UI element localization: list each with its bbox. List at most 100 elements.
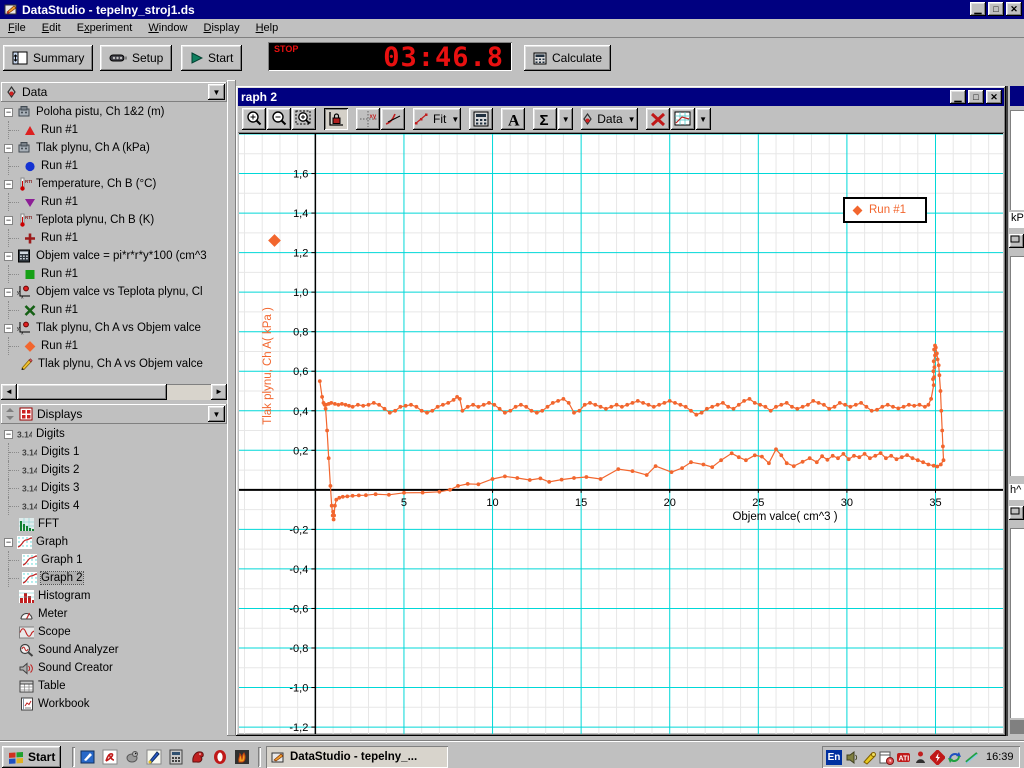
notes-icon[interactable] (80, 749, 96, 765)
run-row[interactable]: Run #1 (1, 337, 227, 355)
zoom-out-button[interactable] (267, 108, 291, 130)
displays-panel-dropdown[interactable]: ▼ (208, 406, 225, 422)
opera-icon[interactable] (212, 749, 228, 765)
expand-box[interactable]: − (4, 430, 13, 439)
tree-item-label[interactable]: Tlak plynu, Ch A (kPa) (36, 142, 150, 154)
tree-item-label[interactable]: Tlak plynu, Ch A vs Objem valce (36, 322, 201, 334)
tree-item-label[interactable]: Table (38, 680, 66, 692)
task-button-datastudio[interactable]: DataStudio - tepelny_... (266, 746, 448, 768)
expand-box[interactable]: − (4, 216, 13, 225)
scroll-right-arrow-icon[interactable]: ► (211, 384, 227, 400)
winamp-icon[interactable] (234, 749, 250, 765)
tree-item-label[interactable]: Digits (36, 428, 65, 440)
scheduler-icon[interactable] (879, 750, 894, 765)
data-tree-item[interactable]: −RTDTemperature, Ch B (°C) (1, 175, 227, 193)
tree-item-label[interactable]: Graph (36, 536, 68, 548)
displays-tree-child-item[interactable]: 3.14Digits 2 (1, 461, 227, 479)
title-bar[interactable]: DataStudio - tepelny_stroj1.ds ▁ □ ✕ (0, 0, 1024, 19)
run-label[interactable]: Run #1 (41, 232, 78, 244)
expand-box[interactable]: − (4, 252, 13, 261)
displays-tree-child-item[interactable]: 3.14Digits 4 (1, 497, 227, 515)
calculator-icon[interactable] (168, 749, 184, 765)
expand-box[interactable]: − (4, 144, 13, 153)
red-agent-icon[interactable] (913, 750, 928, 765)
run-label[interactable]: Run #1 (41, 196, 78, 208)
menu-window[interactable]: Window (140, 19, 195, 36)
run-label[interactable]: Run #1 (41, 124, 78, 136)
tree-item-label[interactable]: Histogram (38, 590, 90, 602)
calculate-button[interactable]: Calculate (524, 45, 611, 71)
tree-item-label[interactable]: Teplota plynu, Ch B (K) (36, 214, 154, 226)
run-row[interactable]: Run #1 (1, 301, 227, 319)
run-row[interactable]: Run #1 (1, 121, 227, 139)
data-diamond-button[interactable]: Data▼ (581, 108, 637, 130)
close-button[interactable]: ✕ (1006, 2, 1022, 16)
run-row[interactable]: Run #1 (1, 157, 227, 175)
menu-experiment[interactable]: Experiment (69, 19, 141, 36)
tree-item-label[interactable]: Workbook (38, 698, 90, 710)
run-label[interactable]: Run #1 (41, 160, 78, 172)
tree-item-label[interactable]: FFT (38, 518, 59, 530)
displays-panel-header[interactable]: Displays ▼ (1, 404, 227, 424)
data-panel-scrollbar[interactable]: ◄ ► (1, 384, 227, 400)
minimize-button[interactable]: ▁ (970, 2, 986, 16)
expand-box[interactable]: − (4, 108, 13, 117)
sigma-button[interactable]: Σ (533, 108, 557, 130)
lock-axes-button[interactable] (324, 108, 348, 130)
start-button[interactable]: Start (181, 45, 242, 71)
graph-canvas[interactable]: 1,61,41,21,00,80,60,40,2-0,2-0,4-0,6-0,8… (239, 134, 1003, 734)
tree-item-label[interactable]: Sound Creator (38, 662, 113, 674)
slope-tool-button[interactable] (381, 108, 405, 130)
expand-box[interactable]: − (4, 180, 13, 189)
displays-tree-item[interactable]: Histogram (1, 587, 227, 605)
data-tree-item[interactable]: −Poloha pistu, Ch 1&2 (m) (1, 103, 227, 121)
sync-arrows-icon[interactable] (947, 750, 962, 765)
graph-close-button[interactable]: ✕ (986, 90, 1002, 104)
data-tree-item[interactable]: −xyTlak plynu, Ch A vs Objem valce (1, 319, 227, 337)
graph-window-titlebar[interactable]: raph 2 ▁ □ ✕ (238, 88, 1004, 106)
legend-box[interactable]: Run #1 (843, 197, 927, 223)
displays-tree-item[interactable]: Sound Creator (1, 659, 227, 677)
displays-tree-child-item[interactable]: 3.14Digits 3 (1, 479, 227, 497)
ink-pen-icon[interactable] (146, 749, 162, 765)
run-row[interactable]: Run #1 (1, 229, 227, 247)
data-tree-item[interactable]: −RTDTeplota plynu, Ch B (K) (1, 211, 227, 229)
dragon-icon[interactable] (190, 749, 206, 765)
tree-item-label[interactable]: Digits 4 (41, 500, 79, 512)
tree-item-label[interactable]: Objem valce = pi*r*r*y*100 (cm^3 (36, 250, 207, 262)
fit-line-button[interactable]: Fit▼ (413, 108, 461, 130)
lightning-icon[interactable] (930, 750, 945, 765)
tree-item-label[interactable]: Objem valce vs Teplota plynu, Cl (36, 286, 203, 298)
tree-item-label[interactable]: Graph 2 (41, 572, 83, 584)
tree-item-label[interactable]: Tlak plynu, Ch A vs Objem valce (38, 358, 203, 370)
menu-file[interactable]: File (0, 19, 34, 36)
volume-icon[interactable] (845, 750, 860, 765)
text-a-button[interactable]: A (501, 108, 525, 130)
expand-box[interactable]: − (4, 288, 13, 297)
clock[interactable]: 16:39 (986, 751, 1014, 763)
grid-settings-button[interactable] (671, 108, 695, 130)
menu-help[interactable]: Help (248, 19, 287, 36)
data-panel-header[interactable]: Data ▼ (1, 82, 227, 102)
data-tree-item[interactable]: −xyObjem valce vs Teplota plynu, Cl (1, 283, 227, 301)
tree-item-label[interactable]: Graph 1 (41, 554, 83, 566)
displays-tree-child-item[interactable]: Graph 1 (1, 551, 227, 569)
menu-display[interactable]: Display (196, 19, 248, 36)
plot-area[interactable]: 1,61,41,21,00,80,60,40,2-0,2-0,4-0,6-0,8… (239, 133, 1003, 733)
bird-icon[interactable] (124, 749, 140, 765)
displays-tree-child-item[interactable]: 3.14Digits 1 (1, 443, 227, 461)
displays-tree-item[interactable]: Table (1, 677, 227, 695)
tree-item-label[interactable]: Digits 1 (41, 446, 79, 458)
displays-tree-item[interactable]: −Graph (1, 533, 227, 551)
tree-item-label[interactable]: Temperature, Ch B (°C) (36, 178, 156, 190)
displays-tree-item[interactable]: FFT (1, 515, 227, 533)
delete-x-button[interactable] (646, 108, 670, 130)
menu-edit[interactable]: Edit (34, 19, 69, 36)
pen-cable-icon[interactable] (964, 750, 979, 765)
data-tree-item[interactable]: Tlak plynu, Ch A vs Objem valce (1, 355, 227, 373)
displays-tree-item[interactable]: Workbook (1, 695, 227, 713)
displays-tree-item[interactable]: Meter (1, 605, 227, 623)
tree-item-label[interactable]: Digits 2 (41, 464, 79, 476)
tree-item-label[interactable]: Scope (38, 626, 71, 638)
setup-button[interactable]: Setup (100, 45, 172, 71)
